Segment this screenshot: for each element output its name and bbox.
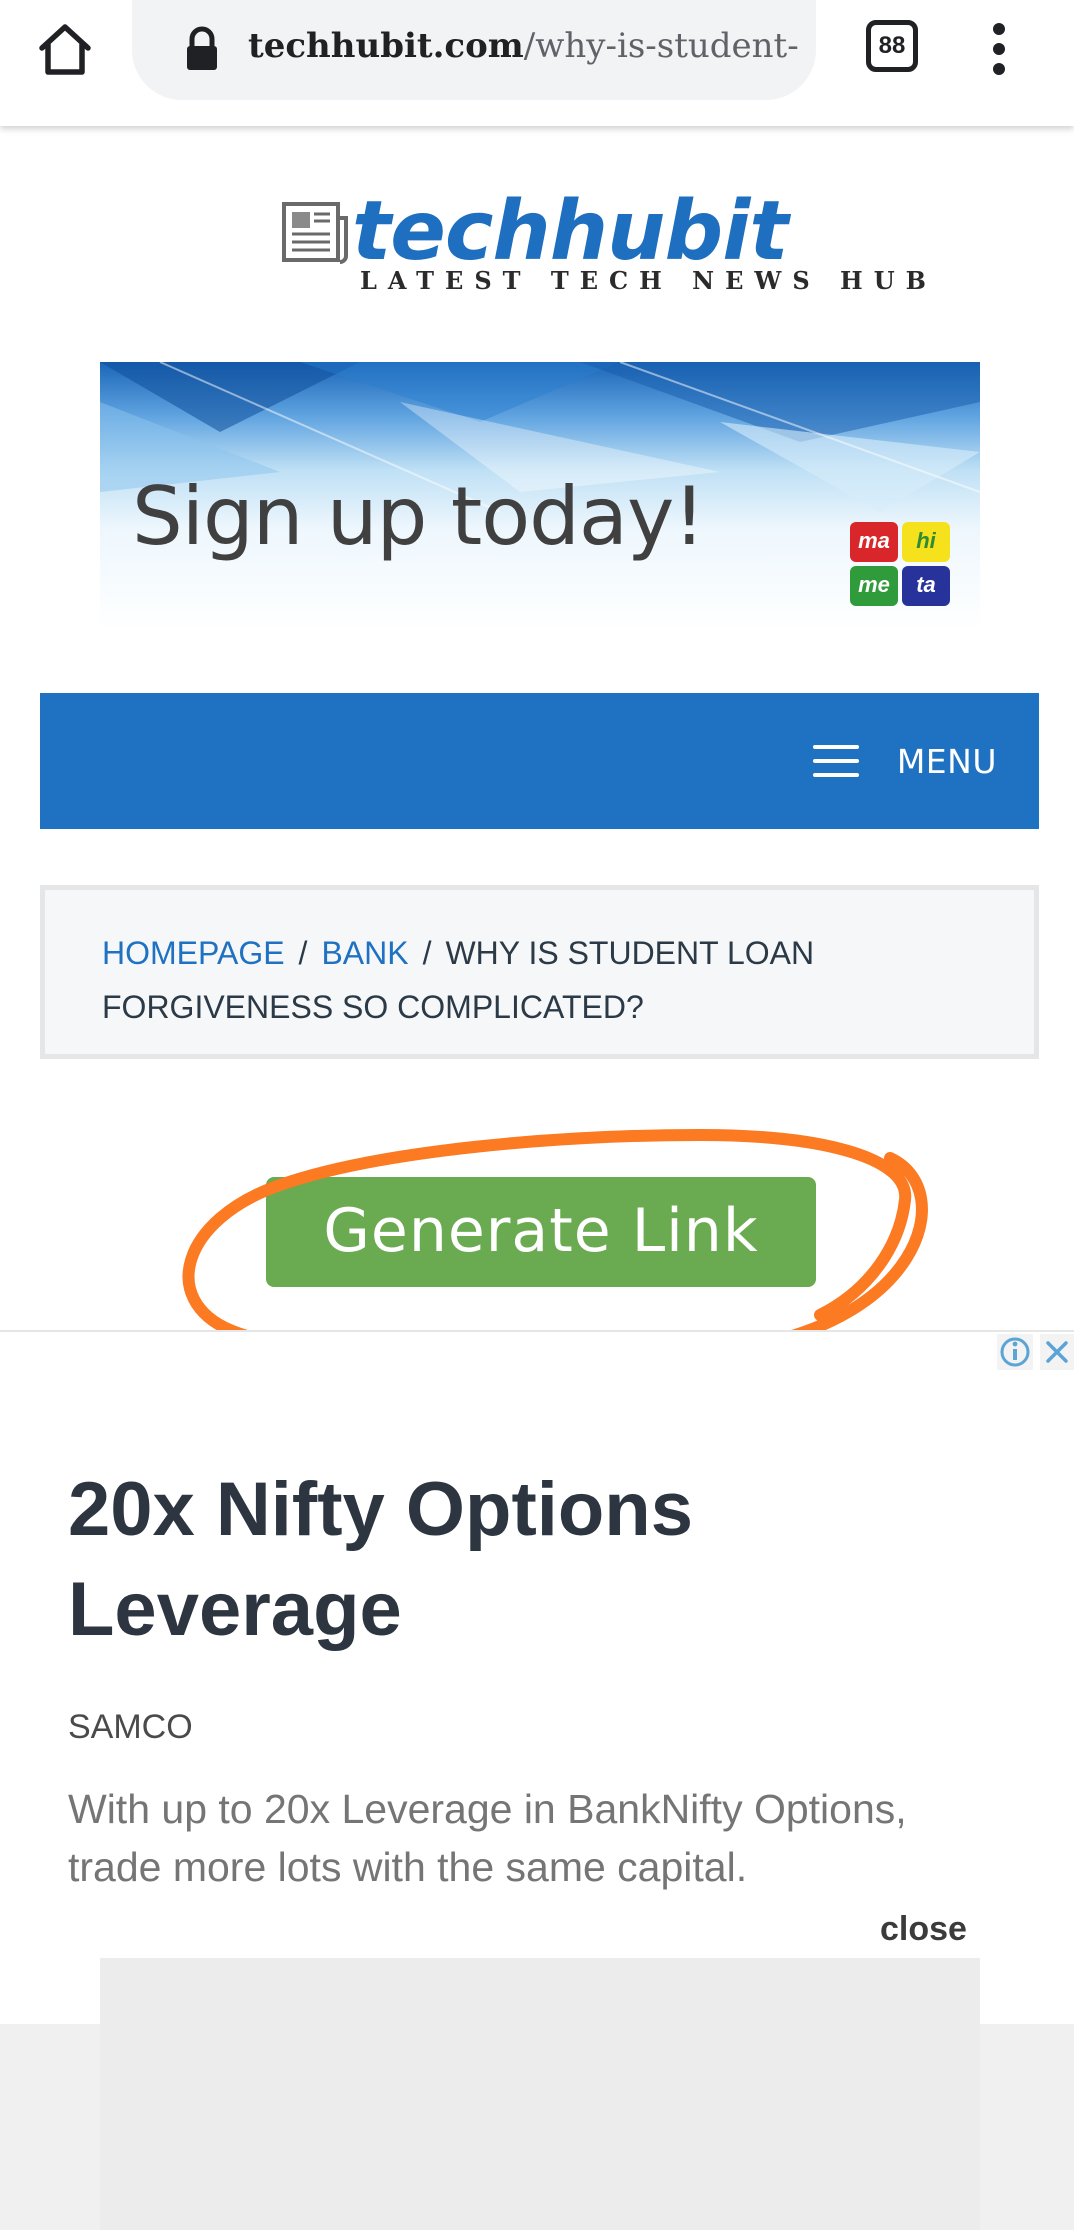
banner-headline: Sign up today! [132,470,705,563]
menu-button[interactable]: MENU [812,731,997,791]
ad-close-icon[interactable] [1040,1334,1074,1370]
browser-toolbar: techhubit.com/why-is-student- 88 [0,0,1074,126]
url-host: techhubit.com [248,26,524,66]
ad-description-line: With up to 20x Leverage in BankNifty Opt… [68,1786,907,1832]
ad-headline[interactable]: 20x Nifty Options Leverage [68,1460,968,1660]
ad-close-button[interactable]: close [880,1910,967,1949]
breadcrumb-bank-link[interactable]: BANK [321,935,408,971]
banner-ad[interactable]: Sign up today! ma hi me ta [100,362,980,632]
ad-description-line: trade more lots with the same capital. [68,1844,748,1890]
tab-switcher-button[interactable]: 88 [866,20,918,72]
ad-advertiser-name: SAMCO [68,1708,193,1746]
ad-image-placeholder[interactable] [100,1958,980,2230]
logo-tile: ta [902,566,950,606]
banner-brand-logo: ma hi me ta [850,522,950,606]
breadcrumb: HOMEPAGE / BANK / WHY IS STUDENT LOAN FORGIV… [40,885,1039,1059]
site-logo[interactable]: techhubit LATEST TECH NEWS HUB [278,184,926,308]
breadcrumb-home-link[interactable]: HOMEPAGE [102,935,285,971]
more-options-icon[interactable] [984,18,1014,78]
generate-link-button[interactable]: Generate Link [266,1177,816,1287]
logo-tile: hi [902,522,950,562]
logo-tile: ma [850,522,898,562]
hamburger-icon [812,745,859,777]
menu-label: MENU [896,741,997,781]
ad-headline-line: 20x Nifty Options [68,1467,693,1552]
ad-headline-line: Leverage [68,1567,402,1652]
logo-wordmark: techhubit [352,184,789,279]
display-ad[interactable]: 20x Nifty Options Leverage SAMCO With up… [0,1330,1074,2230]
lock-icon [182,26,222,72]
breadcrumb-current-page-continued: FORGIVENESS SO COMPLICATED? [102,989,644,1025]
ad-description: With up to 20x Leverage in BankNifty Opt… [68,1780,1008,1896]
breadcrumb-current-page: WHY IS STUDENT LOAN [445,935,815,971]
breadcrumb-separator: / [422,935,432,971]
url-text: techhubit.com/why-is-student- [248,26,800,66]
breadcrumb-line: HOMEPAGE / BANK / WHY IS STUDENT LOAN [102,926,994,980]
logo-tile: me [850,566,898,606]
logo-tagline: LATEST TECH NEWS HUB [360,266,937,295]
address-bar[interactable]: techhubit.com/why-is-student- [132,0,816,100]
breadcrumb-separator: / [298,935,308,971]
adchoices-icon[interactable] [997,1334,1033,1370]
home-icon[interactable] [34,18,96,80]
newspaper-icon [280,200,350,266]
url-path: /why-is-student- [523,26,799,66]
main-navigation: MENU [40,693,1039,829]
